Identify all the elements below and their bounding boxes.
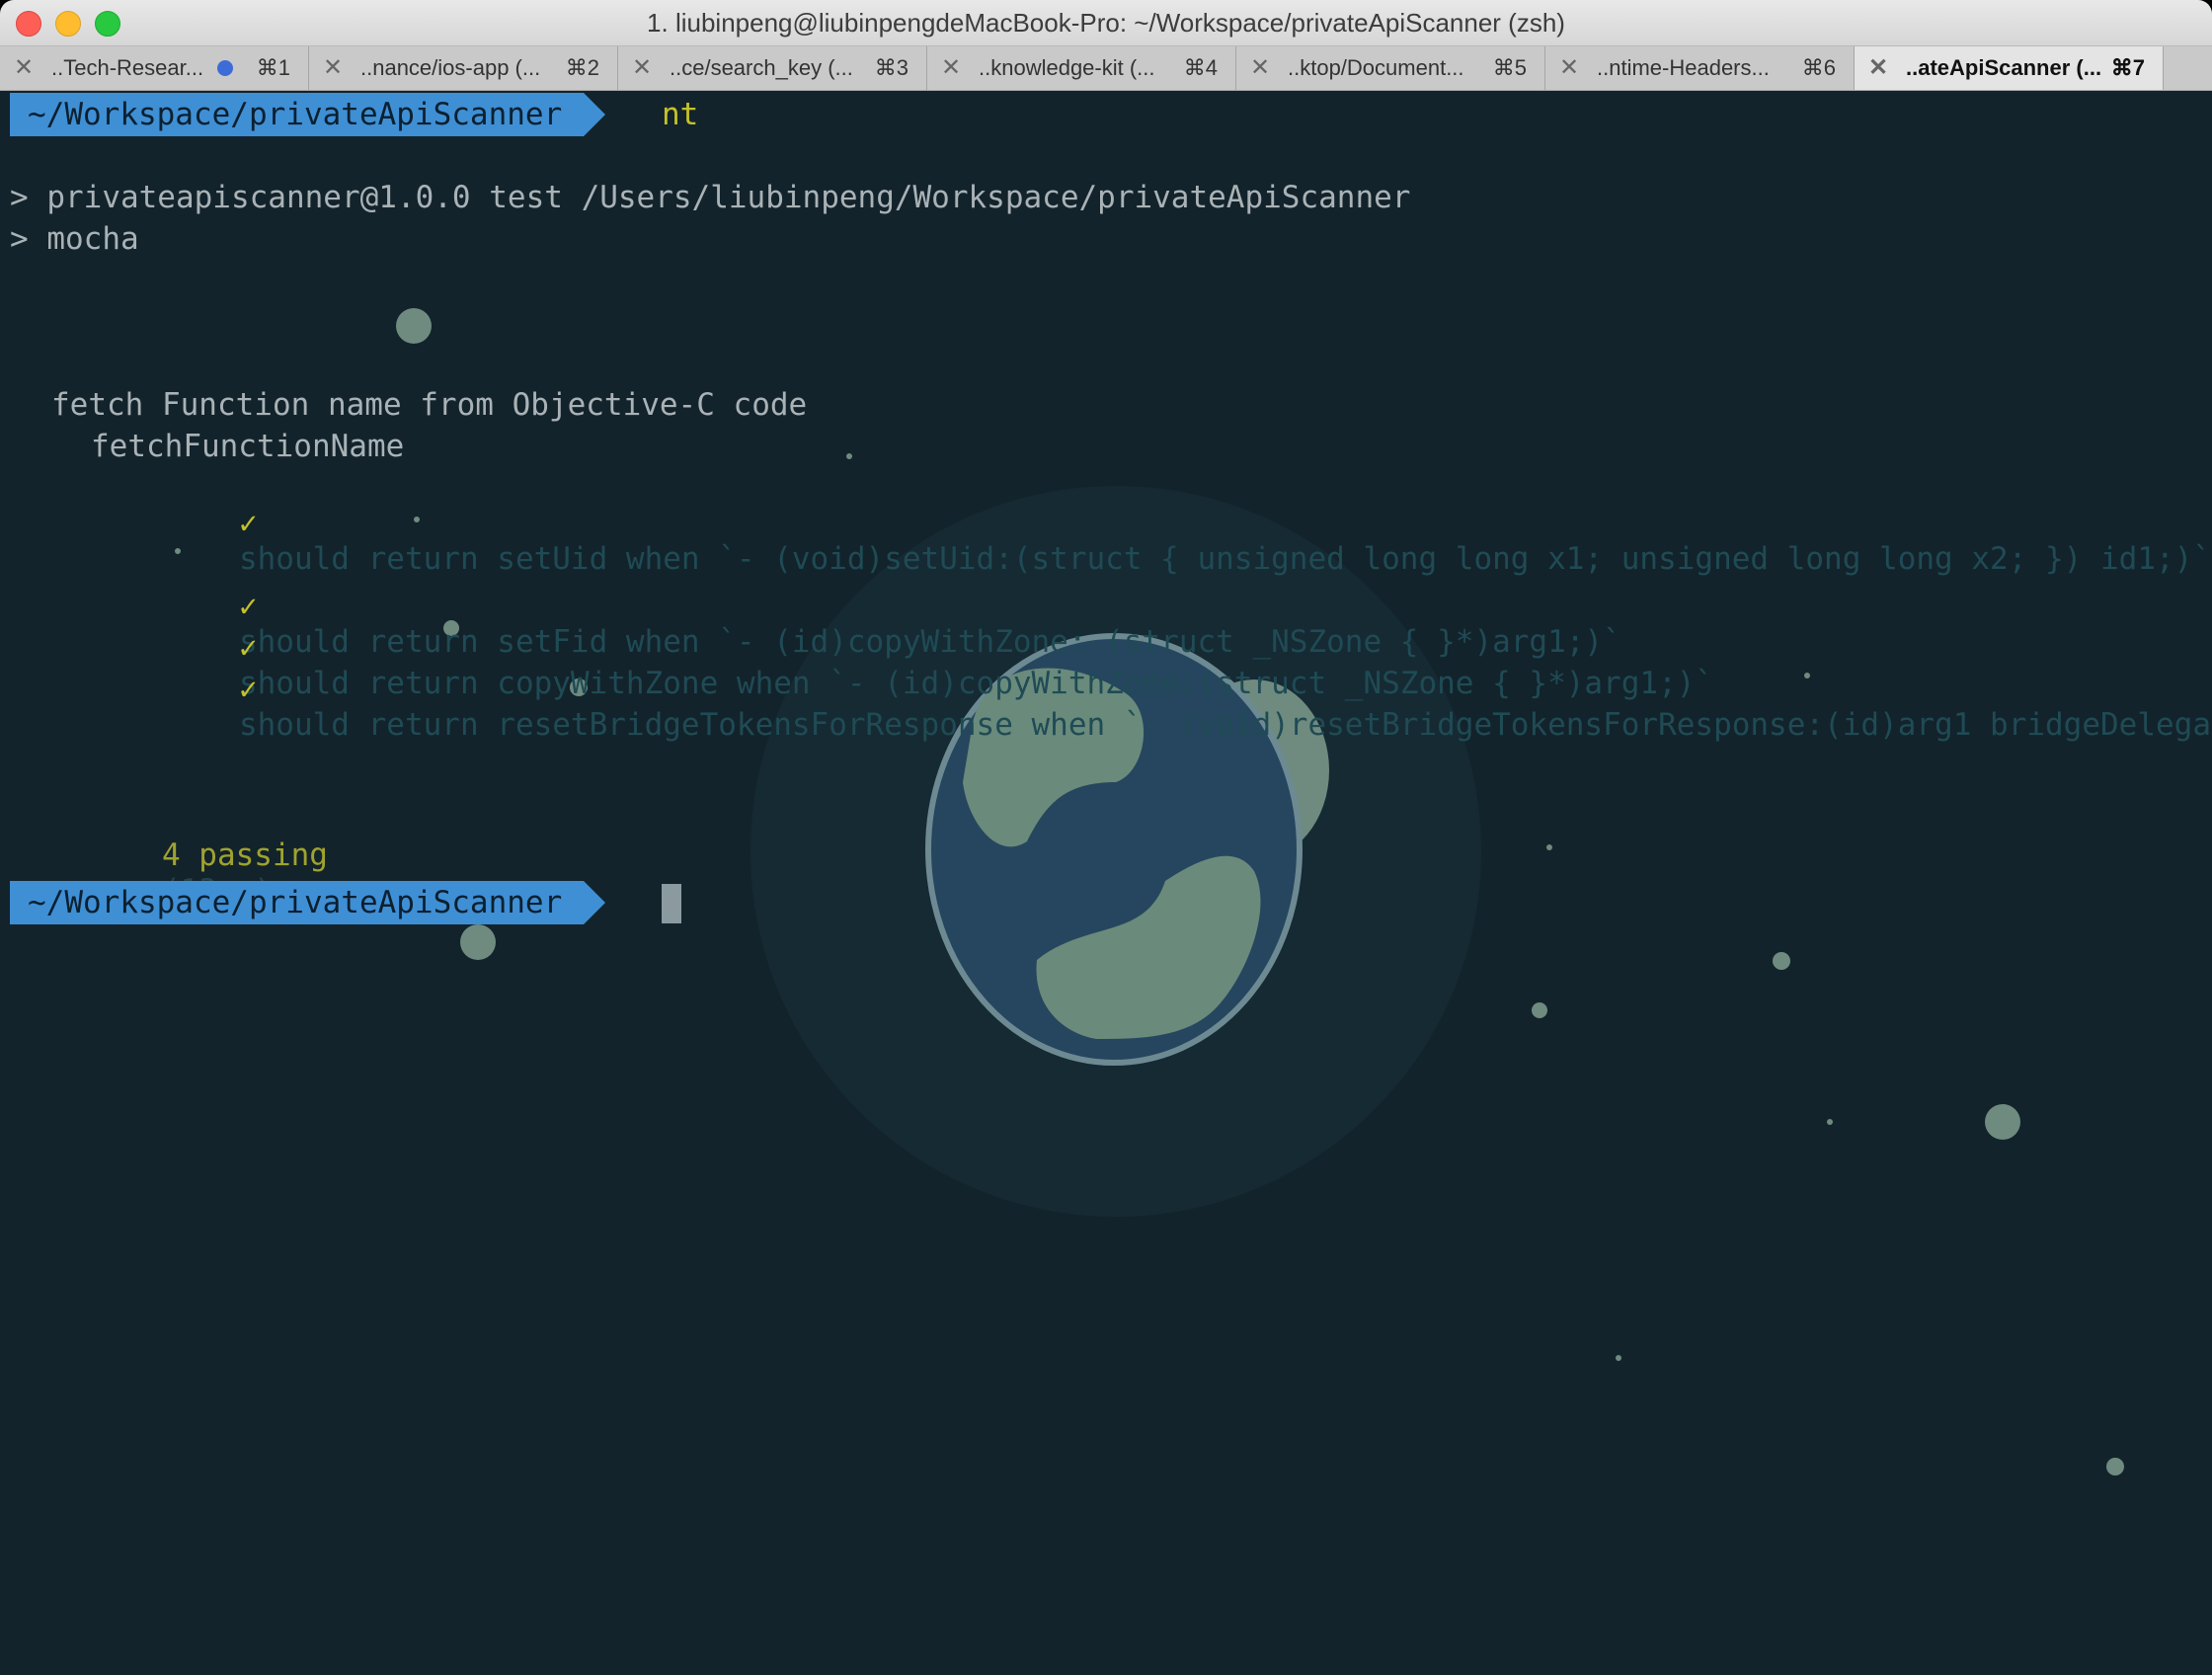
passing-count: 4 passing (161, 838, 328, 873)
typed-command: nt (662, 97, 699, 132)
test-suite-title: fetch Function name from Objective-C cod… (51, 387, 808, 423)
test-subsuite-title: fetchFunctionName (91, 429, 405, 464)
output-line: > mocha (10, 221, 139, 257)
tab-shortcut: ⌘6 (1801, 55, 1836, 80)
activity-dot-icon (217, 60, 233, 76)
tab-1[interactable]: ✕ ..Tech-Resear... ⌘1 (0, 46, 309, 90)
tab-shortcut: ⌘5 (1492, 55, 1527, 80)
checkmark-icon: ✓ (238, 672, 258, 707)
text-cursor (662, 884, 681, 923)
close-tab-icon[interactable]: ✕ (1559, 46, 1579, 90)
close-tab-icon[interactable]: ✕ (1250, 46, 1270, 90)
output-line: > privateapiscanner@1.0.0 test /Users/li… (10, 180, 1411, 215)
prompt-path: ~/Workspace/privateApiScanner (10, 93, 606, 136)
terminal-window: 1. liubinpeng@liubinpengdeMacBook-Pro: ~… (0, 0, 2212, 1675)
tab-7[interactable]: ✕ ..ateApiScanner (... ⌘7 (1855, 46, 2164, 90)
close-tab-icon[interactable]: ✕ (941, 46, 961, 90)
window-title: 1. liubinpeng@liubinpengdeMacBook-Pro: ~… (647, 8, 1565, 38)
tab-shortcut: ⌘7 (2110, 55, 2145, 80)
tab-shortcut: ⌘1 (256, 55, 290, 80)
tab-shortcut: ⌘4 (1183, 55, 1218, 80)
test-description: should return resetBridgeTokensForRespon… (238, 707, 2212, 743)
tab-2[interactable]: ✕ ..nance/ios-app (... ⌘2 (309, 46, 618, 90)
close-tab-icon[interactable]: ✕ (14, 46, 34, 90)
tab-shortcut: ⌘3 (874, 55, 908, 80)
tab-shortcut: ⌘2 (565, 55, 599, 80)
close-tab-icon[interactable]: ✕ (632, 46, 652, 90)
tab-label: ..ce/search_key (... (670, 55, 853, 80)
tab-bar: ✕ ..Tech-Resear... ⌘1 ✕ ..nance/ios-app … (0, 46, 2212, 91)
tab-3[interactable]: ✕ ..ce/search_key (... ⌘3 (618, 46, 927, 90)
tab-label: ..ntime-Headers... (1597, 55, 1770, 80)
close-tab-icon[interactable]: ✕ (1868, 46, 1888, 90)
terminal-area[interactable]: ~/Workspace/privateApiScanner nt > priva… (0, 91, 2212, 1675)
tab-4[interactable]: ✕ ..knowledge-kit (... ⌘4 (927, 46, 1236, 90)
title-bar: 1. liubinpeng@liubinpengdeMacBook-Pro: ~… (0, 0, 2212, 46)
close-tab-icon[interactable]: ✕ (323, 46, 343, 90)
tab-label: ..ateApiScanner (... (1906, 55, 2102, 80)
tab-label: ..Tech-Resear... (51, 55, 204, 80)
tab-label: ..knowledge-kit (... (979, 55, 1155, 80)
tab-5[interactable]: ✕ ..ktop/Document... ⌘5 (1236, 46, 1545, 90)
checkmark-icon: ✓ (238, 506, 258, 541)
tab-label: ..nance/ios-app (... (360, 55, 541, 80)
tab-label: ..ktop/Document... (1288, 55, 1464, 80)
test-result: ✓ should return resetBridgeTokensForResp… (128, 636, 2212, 778)
prompt-path: ~/Workspace/privateApiScanner (10, 881, 606, 924)
tab-6[interactable]: ✕ ..ntime-Headers... ⌘6 (1545, 46, 1855, 90)
